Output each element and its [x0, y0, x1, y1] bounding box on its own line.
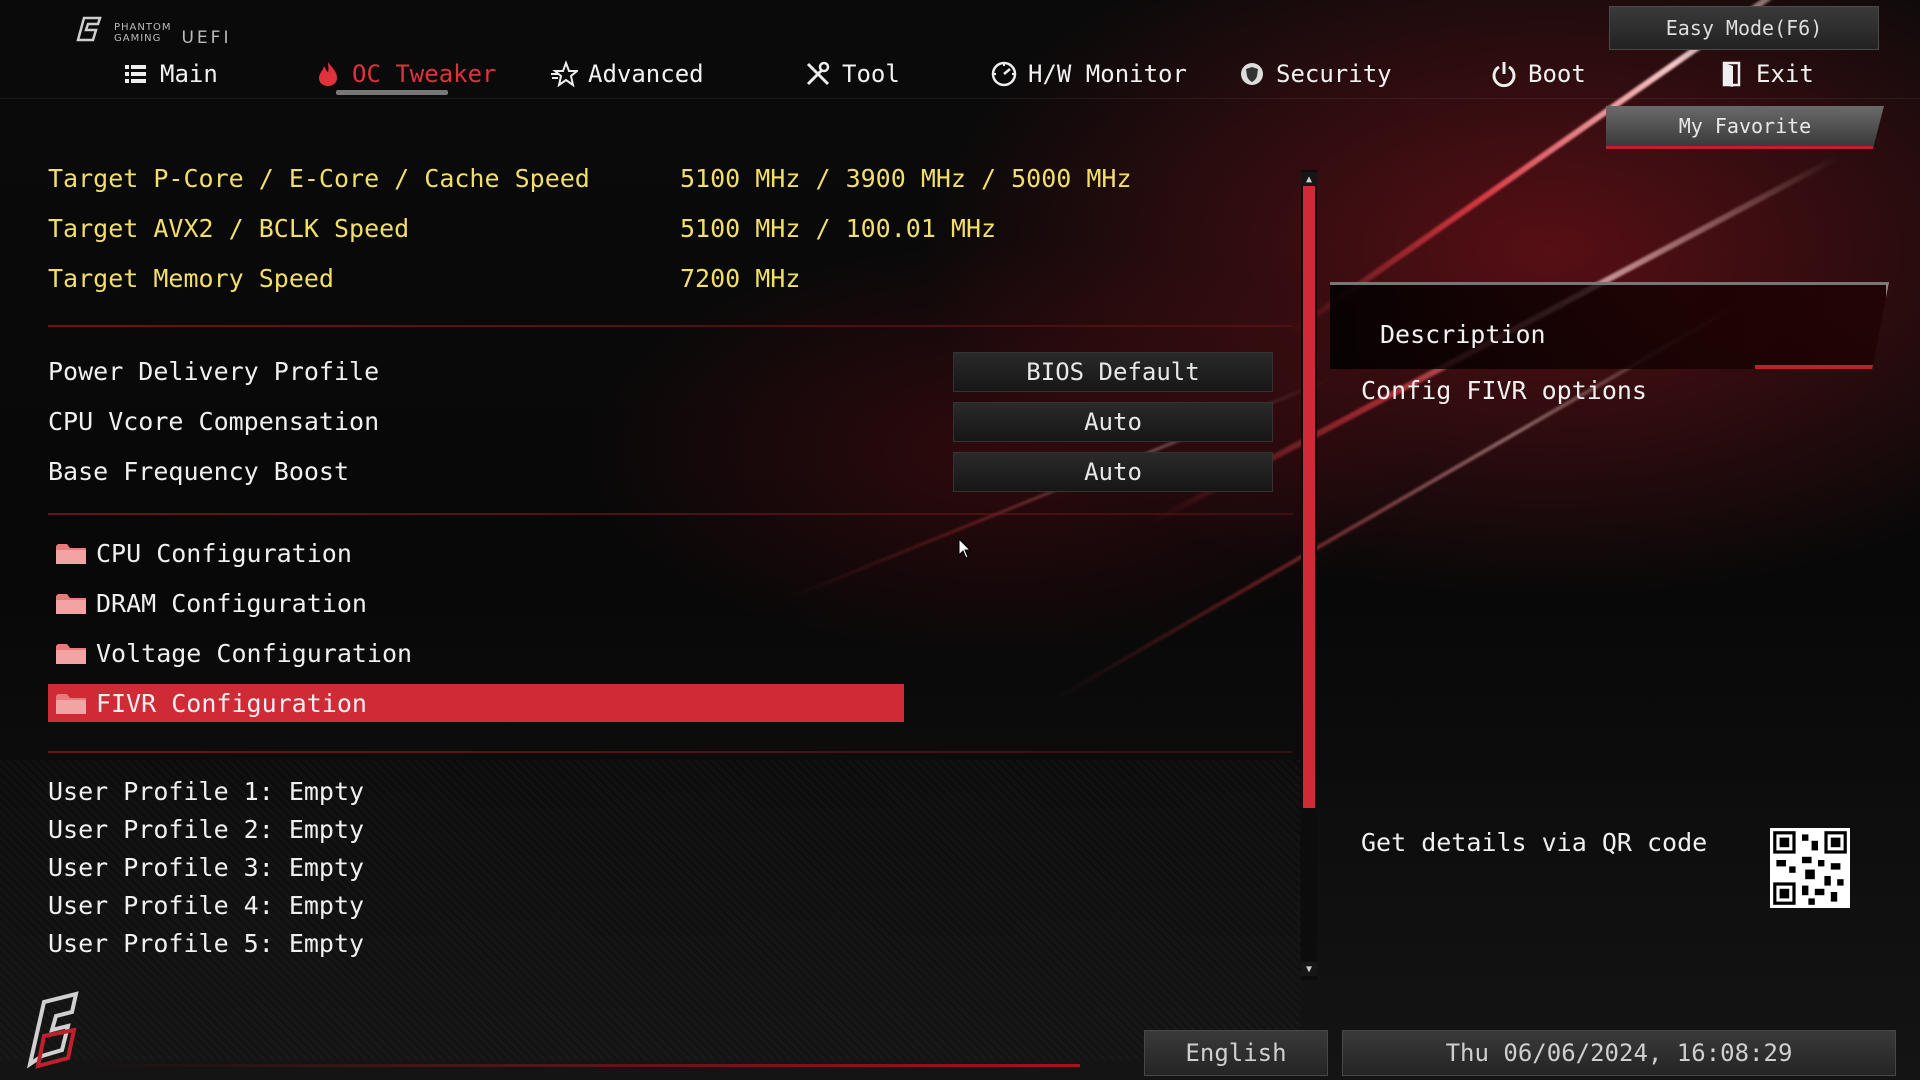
tab-advanced-label: Advanced: [588, 60, 704, 88]
tab-main-label: Main: [160, 60, 218, 88]
qr-code-icon: [1770, 828, 1850, 908]
submenu-label: Voltage Configuration: [96, 638, 413, 668]
tab-oc-tweaker[interactable]: OC Tweaker: [314, 56, 497, 92]
section-divider: [48, 513, 1293, 515]
setting-label: Power Delivery Profile: [48, 356, 380, 386]
user-profile-row[interactable]: User Profile 2: Empty: [48, 811, 364, 847]
tab-exit-label: Exit: [1756, 60, 1814, 88]
section-divider: [48, 751, 1293, 753]
submenu-label: DRAM Configuration: [96, 588, 367, 618]
brand-line1: PHANTOM: [114, 22, 172, 33]
tab-hw-monitor[interactable]: H/W Monitor: [990, 56, 1187, 92]
info-row: Target Memory Speed 7200 MHz: [48, 258, 800, 298]
submenu-label: CPU Configuration: [96, 538, 352, 568]
info-value: 5100 MHz / 3900 MHz / 5000 MHz: [680, 163, 1132, 193]
cpu-vcore-compensation-select[interactable]: Auto: [953, 402, 1273, 442]
brand-wordmark: PHANTOM GAMING: [114, 22, 171, 44]
user-profile-row[interactable]: User Profile 5: Empty: [48, 925, 364, 961]
active-tab-indicator: [336, 90, 448, 95]
tab-exit[interactable]: Exit: [1718, 56, 1814, 92]
tab-hw-monitor-label: H/W Monitor: [1028, 60, 1187, 88]
info-label: Target Memory Speed: [48, 263, 334, 293]
power-delivery-profile-select[interactable]: BIOS Default: [953, 352, 1273, 392]
date-time-display: Thu 06/06/2024, 16:08:29: [1342, 1030, 1896, 1076]
folder-icon: [56, 644, 86, 664]
info-row: Target AVX2 / BCLK Speed 5100 MHz / 100.…: [48, 208, 996, 248]
brand-uefi: UEFI: [181, 28, 232, 48]
top-nav: Main OC Tweaker Advanced Tool H/W Monito…: [0, 52, 1920, 99]
user-profile-row[interactable]: User Profile 1: Empty: [48, 773, 364, 809]
list-icon: [125, 65, 146, 83]
submenu-fivr-configuration[interactable]: FIVR Configuration: [48, 684, 904, 722]
info-label: Target AVX2 / BCLK Speed: [48, 213, 410, 243]
description-title: Description: [1380, 320, 1546, 349]
info-row: Target P-Core / E-Core / Cache Speed 510…: [48, 158, 1132, 198]
setting-row-power-delivery-profile[interactable]: Power Delivery Profile: [48, 351, 379, 391]
phantom-gaming-logo-icon: [76, 16, 102, 42]
shield-icon: [1241, 63, 1263, 85]
scroll-up-arrow-icon[interactable]: ▲: [1301, 172, 1317, 186]
tab-advanced[interactable]: Advanced: [550, 56, 704, 92]
folder-icon: [56, 594, 86, 614]
setting-label: CPU Vcore Compensation: [48, 406, 380, 436]
mouse-cursor-icon: [958, 538, 972, 559]
description-text: Config FIVR options: [1361, 376, 1647, 405]
scrollbar-thumb[interactable]: [1303, 186, 1315, 808]
tab-boot-label: Boot: [1528, 60, 1586, 88]
power-icon: [1492, 62, 1516, 88]
submenu-label: FIVR Configuration: [96, 688, 367, 718]
easy-mode-button[interactable]: Easy Mode(F6): [1609, 6, 1879, 50]
user-profile-row[interactable]: User Profile 4: Empty: [48, 887, 364, 923]
tab-security[interactable]: Security: [1238, 56, 1392, 92]
tools-icon: [806, 61, 830, 86]
tab-tool[interactable]: Tool: [804, 56, 900, 92]
tab-security-label: Security: [1276, 60, 1392, 88]
phantom-gaming-footer-logo-icon: [26, 991, 79, 1069]
flame-icon: [319, 62, 337, 86]
submenu-voltage-configuration[interactable]: Voltage Configuration: [48, 634, 904, 672]
setting-row-base-frequency-boost[interactable]: Base Frequency Boost: [48, 451, 349, 491]
my-favorite-button[interactable]: My Favorite: [1606, 106, 1884, 149]
setting-label: Base Frequency Boost: [48, 456, 350, 486]
gauge-icon: [991, 61, 1017, 87]
bios-screen: PHANTOM GAMING UEFI Easy Mode(F6) Main O…: [0, 0, 1920, 1080]
exit-door-icon: [1722, 61, 1741, 87]
user-profile-row[interactable]: User Profile 3: Empty: [48, 849, 364, 885]
qr-caption: Get details via QR code: [1361, 828, 1708, 857]
tab-oc-tweaker-label: OC Tweaker: [352, 60, 497, 88]
footer-accent-line: [80, 1064, 1080, 1067]
info-value: 5100 MHz / 100.01 MHz: [680, 213, 997, 243]
tab-main[interactable]: Main: [122, 56, 218, 92]
submenu-dram-configuration[interactable]: DRAM Configuration: [48, 584, 904, 622]
language-button[interactable]: English: [1144, 1030, 1328, 1076]
section-divider: [48, 325, 1293, 327]
info-label: Target P-Core / E-Core / Cache Speed: [48, 163, 590, 193]
tab-tool-label: Tool: [842, 60, 900, 88]
scroll-down-arrow-icon[interactable]: ▼: [1301, 962, 1317, 976]
folder-icon: [56, 694, 86, 714]
brand-logo-group: PHANTOM GAMING UEFI: [74, 14, 231, 48]
submenu-cpu-configuration[interactable]: CPU Configuration: [48, 534, 904, 572]
folder-icon: [56, 544, 86, 564]
base-frequency-boost-select[interactable]: Auto: [953, 452, 1273, 492]
brand-line2: GAMING: [114, 33, 162, 44]
star-icon: [551, 60, 578, 88]
info-value: 7200 MHz: [680, 263, 801, 293]
setting-row-cpu-vcore-compensation[interactable]: CPU Vcore Compensation: [48, 401, 379, 441]
tab-boot[interactable]: Boot: [1490, 56, 1586, 92]
